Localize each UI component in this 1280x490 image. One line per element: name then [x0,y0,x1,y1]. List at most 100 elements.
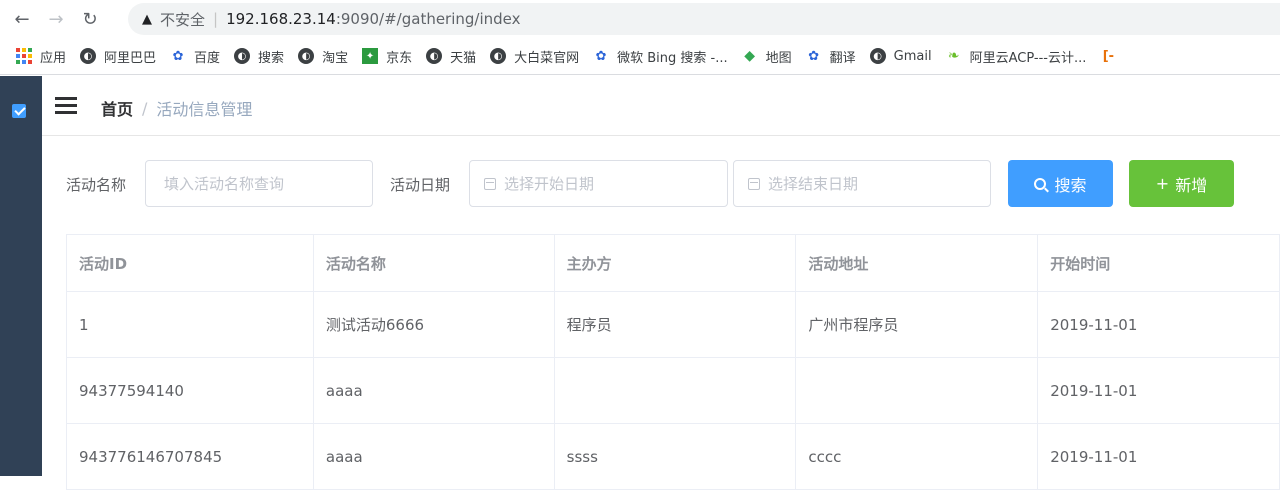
warning-triangle-icon: ▲ [142,11,152,27]
bookmark-label: 搜索 [258,50,285,66]
table-cell [553,357,797,424]
table-cell: 广州市程序员 [795,291,1039,358]
hamburger-icon[interactable] [55,97,77,115]
edit-icon[interactable] [12,104,26,118]
bookmarks-bar: 应用 ◐ 阿里巴巴 ✿ 百度 ◐ 搜索 ◐ 淘宝 ✦ 京东 ◐ 天猫 ◐ 大白菜… [0,38,1280,75]
end-date-placeholder: 选择结束日期 [768,175,859,193]
url-path: :9090/#/gathering/index [335,10,521,28]
baidu-paw-icon: ✿ [808,48,820,64]
column-header: 活动名称 [312,234,555,292]
bookmark-aliyun[interactable]: ❧ 阿里云ACP---云计... [946,47,1087,66]
search-button-label: 搜索 [1054,175,1087,195]
table-row[interactable]: 943776146707845 aaaa ssss cccc 2019-11-0… [66,423,1280,490]
activity-name-label: 活动名称 [66,176,127,194]
reload-icon[interactable]: ↻ [78,7,102,31]
activity-name-placeholder: 填入活动名称查询 [164,175,285,193]
bookmark-bing[interactable]: ✿ 微软 Bing 搜索 -... [593,47,728,66]
address-separator: | [213,10,219,28]
table-cell: 2019-11-01 [1037,423,1280,490]
globe-icon: ◐ [490,48,507,64]
bookmark-translate[interactable]: ✿ 翻译 [806,47,855,66]
column-header: 主办方 [553,234,797,292]
bookmark-tmall[interactable]: ◐ 天猫 [426,47,476,66]
forward-arrow-icon[interactable]: → [44,7,68,31]
baidu-paw-icon: ✿ [172,48,184,64]
bookmark-baidu[interactable]: ✿ 百度 [170,47,220,66]
table-cell: aaaa [312,357,555,424]
breadcrumb-separator: / [142,98,148,118]
bookmark-label: 微软 Bing 搜索 -... [617,50,728,66]
bookmark-label: 大白菜官网 [514,50,580,66]
baidu-paw-icon: ✿ [595,48,607,64]
bookmark-label: 地图 [765,50,792,66]
aliyun-leaf-icon: ❧ [947,48,960,64]
browser-toolbar: ← → ↻ ▲ 不安全 | 192.168.23.14:9090/#/gathe… [0,0,1280,38]
globe-icon: ◐ [298,48,315,64]
globe-icon: ◐ [869,48,886,64]
bookmark-maps[interactable]: ◆ 地图 [742,47,792,66]
column-header: 活动地址 [795,234,1039,292]
bookmark-dabaicai[interactable]: ◐ 大白菜官网 [490,47,579,66]
apps-grid-icon [16,48,32,64]
add-button[interactable]: + 新增 [1129,160,1234,207]
table-cell: 943776146707845 [66,423,314,490]
table-header-row: 活动ID 活动名称 主办方 活动地址 开始时间 [66,234,1280,292]
table-cell: 2019-11-01 [1037,291,1280,358]
globe-icon: ◐ [80,48,97,64]
end-date-input[interactable]: 选择结束日期 [733,160,991,207]
breadcrumb-current: 活动信息管理 [156,100,253,119]
bookmark-label: 天猫 [450,50,477,66]
breadcrumb: 首页 / 活动信息管理 [101,96,252,120]
bookmark-label: 百度 [194,50,221,66]
bookmark-apps[interactable]: 应用 [16,47,66,66]
table-cell: cccc [795,423,1039,490]
calendar-icon [484,177,496,190]
aliyun-bracket-icon: [- [1102,48,1115,64]
bookmark-label: 阿里云ACP---云计... [969,50,1087,66]
table-cell: 2019-11-01 [1037,357,1280,424]
table-row[interactable]: 1 测试活动6666 程序员 广州市程序员 2019-11-01 [66,291,1280,358]
jd-icon: ✦ [362,48,379,64]
search-icon [1034,177,1047,190]
column-header: 开始时间 [1037,234,1280,292]
search-button[interactable]: 搜索 [1008,160,1113,207]
map-icon: ◆ [744,48,756,64]
table-cell: aaaa [312,423,555,490]
bookmark-search[interactable]: ◐ 搜索 [234,47,284,66]
start-date-input[interactable]: 选择开始日期 [469,160,728,207]
column-header: 活动ID [66,234,314,292]
url-host: 192.168.23.14 [226,10,336,28]
activity-date-label: 活动日期 [390,176,451,194]
table-cell: 程序员 [553,291,797,358]
bookmark-more[interactable]: [- [1100,48,1124,64]
bookmark-alibaba[interactable]: ◐ 阿里巴巴 [80,47,156,66]
bookmark-taobao[interactable]: ◐ 淘宝 [298,47,348,66]
plus-icon: + [1155,174,1170,193]
calendar-icon [748,177,760,190]
sidebar [0,76,42,476]
insecure-label: 不安全 [160,10,206,29]
back-arrow-icon[interactable]: ← [10,7,34,31]
table-cell: ssss [553,423,797,490]
start-date-placeholder: 选择开始日期 [504,175,595,193]
activity-name-input[interactable]: 填入活动名称查询 [145,160,373,207]
table-cell: 94377594140 [66,357,314,424]
table-cell [795,357,1039,424]
activity-table: 活动ID 活动名称 主办方 活动地址 开始时间 1 测试活动6666 程序员 广… [66,234,1280,490]
bookmark-gmail[interactable]: ◐ Gmail [869,48,932,64]
table-row[interactable]: 94377594140 aaaa 2019-11-01 [66,357,1280,424]
address-bar[interactable]: ▲ 不安全 | 192.168.23.14:9090/#/gathering/i… [128,3,1280,35]
breadcrumb-home[interactable]: 首页 [101,96,133,120]
globe-icon: ◐ [234,48,251,64]
bookmark-jd[interactable]: ✦ 京东 [362,47,412,66]
table-cell: 测试活动6666 [312,291,555,358]
table-cell: 1 [66,291,314,358]
navbar: 首页 / 活动信息管理 [42,76,1280,136]
bookmark-label: 京东 [386,50,413,66]
globe-icon: ◐ [426,48,443,64]
bookmark-label: Gmail [893,48,932,64]
add-button-label: 新增 [1175,175,1208,195]
bookmark-label: 阿里巴巴 [104,50,157,66]
bookmark-label: 应用 [40,50,67,66]
bookmark-label: 淘宝 [322,50,349,66]
